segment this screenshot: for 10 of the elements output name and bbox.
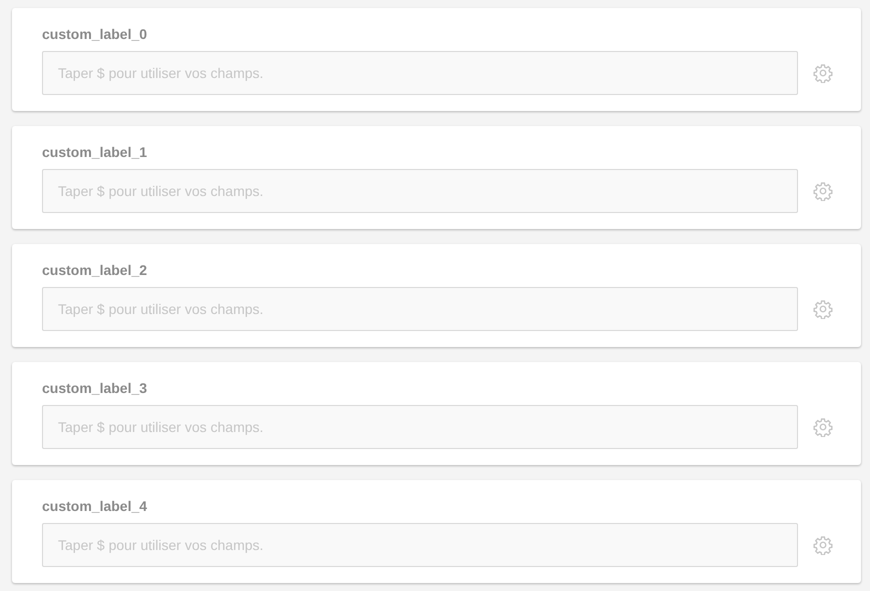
settings-icon[interactable] <box>813 63 833 83</box>
field-label: custom_label_0 <box>42 26 148 43</box>
field-label: custom_label_3 <box>42 380 148 397</box>
field-label: custom_label_1 <box>42 144 148 161</box>
settings-icon[interactable] <box>813 417 833 437</box>
field-label: custom_label_2 <box>42 262 148 279</box>
settings-icon[interactable] <box>813 181 833 201</box>
settings-icon[interactable] <box>813 535 833 555</box>
field-label: custom_label_4 <box>42 498 148 515</box>
settings-icon[interactable] <box>813 299 833 319</box>
